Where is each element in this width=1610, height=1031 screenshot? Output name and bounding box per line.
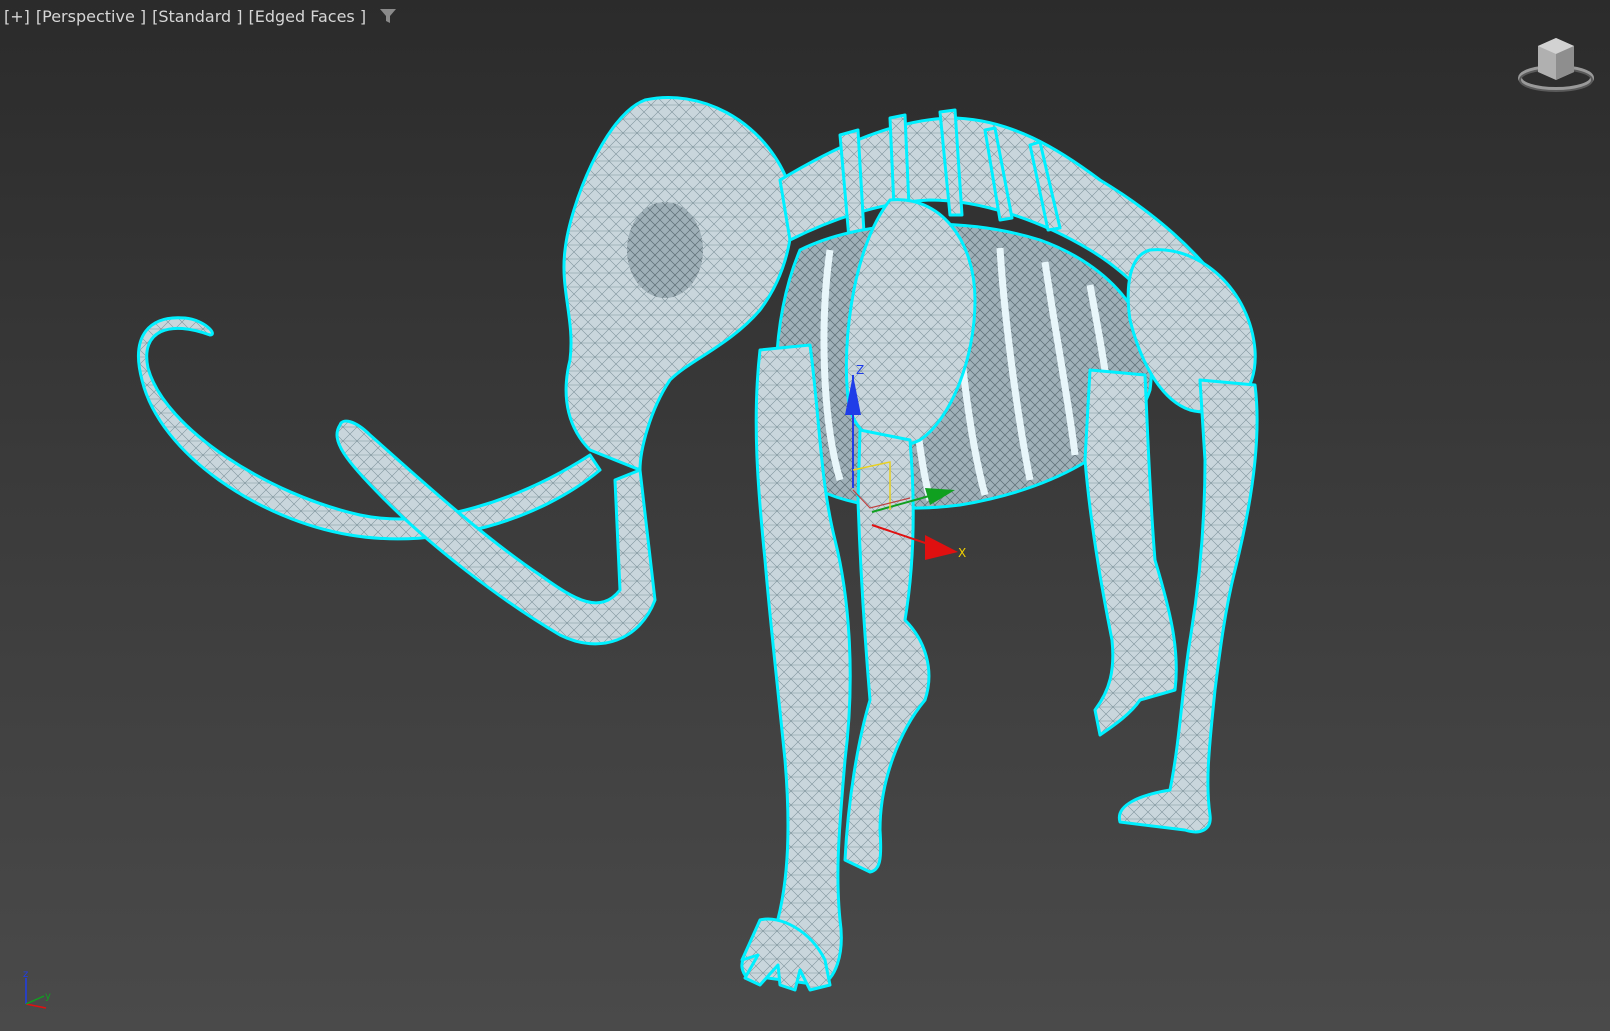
mammoth-skeleton-mesh[interactable] xyxy=(137,95,1259,992)
filter-icon[interactable] xyxy=(378,7,398,25)
viewport-scene[interactable]: Z X xyxy=(0,0,1610,1031)
viewcube-icon[interactable] xyxy=(1516,34,1596,94)
viewport-shading-menu[interactable]: [Standard ] xyxy=(152,7,242,26)
tripod-z-label: z xyxy=(23,969,28,980)
viewport-plus-menu[interactable]: [+] xyxy=(4,7,30,26)
viewport-label-menu: [+] [Perspective ] [Standard ] [Edged Fa… xyxy=(4,5,398,27)
viewport[interactable]: Z X [+] [Perspective ] [Standard ] [Edge… xyxy=(0,0,1610,1031)
skull-eye-socket xyxy=(627,202,703,298)
tusk-left xyxy=(137,316,602,541)
viewport-view-menu[interactable]: [Perspective ] xyxy=(36,7,146,26)
axis-tripod-icon: z y xyxy=(23,969,51,1009)
hind-leg-left xyxy=(1083,368,1178,737)
gizmo-x-arrow[interactable] xyxy=(925,535,958,560)
tripod-y-label: y xyxy=(45,991,51,1002)
viewport-display-menu[interactable]: [Edged Faces ] xyxy=(248,7,366,26)
gizmo-z-label: Z xyxy=(856,363,864,377)
gizmo-x-label: X xyxy=(958,546,966,560)
